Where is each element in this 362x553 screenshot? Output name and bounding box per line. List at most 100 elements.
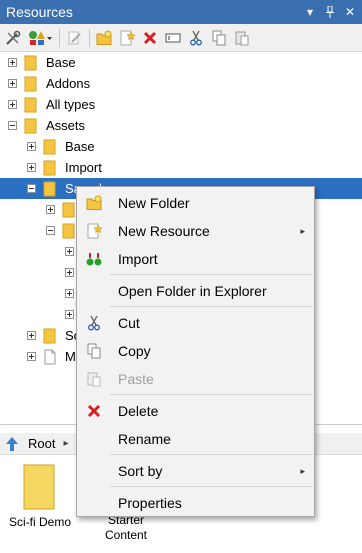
collapse-icon[interactable] xyxy=(8,121,17,130)
tile-label-line2: Content xyxy=(104,528,148,542)
panel-title: Resources xyxy=(6,4,73,20)
menu-separator xyxy=(110,274,313,275)
tree-item-label: Addons xyxy=(46,76,91,91)
menu-item-label: Open Folder in Explorer xyxy=(118,283,267,299)
tree-item-label: Assets xyxy=(46,118,86,133)
panel-titlebar: Resources ▾ ✕ xyxy=(0,0,362,24)
tree-item-my[interactable]: My xyxy=(27,346,82,367)
submenu-arrow-icon: ▸ xyxy=(300,225,305,236)
delete-icon[interactable] xyxy=(141,29,159,47)
tree-item-assets-base[interactable]: Base xyxy=(27,136,95,157)
folder-icon xyxy=(43,160,56,175)
tree-item-label: Import xyxy=(65,160,102,175)
new-folder-icon[interactable] xyxy=(95,29,113,47)
menu-item-properties[interactable]: Properties xyxy=(78,490,313,516)
paste-icon xyxy=(85,370,103,388)
menu-item-copy[interactable]: Copy xyxy=(78,338,313,364)
paste-icon[interactable] xyxy=(233,29,251,47)
folder-icon xyxy=(24,97,37,112)
menu-item-label: Delete xyxy=(118,403,159,419)
expand-icon[interactable] xyxy=(65,247,74,256)
expand-icon[interactable] xyxy=(8,58,17,67)
tree-item-assets[interactable]: Assets xyxy=(8,115,85,136)
tile-label: Sci-fi Demo xyxy=(8,515,71,529)
cut-icon[interactable] xyxy=(187,29,205,47)
expand-icon[interactable] xyxy=(27,142,36,151)
new-resource-icon xyxy=(85,222,103,240)
menu-item-label: Properties xyxy=(118,495,182,511)
expand-icon[interactable] xyxy=(27,163,36,172)
folder-icon xyxy=(24,76,37,91)
expand-icon[interactable] xyxy=(27,331,36,340)
folder-icon xyxy=(62,223,75,238)
tree-item-label: Base xyxy=(46,55,76,70)
cut-icon xyxy=(85,314,103,332)
copy-icon xyxy=(85,342,103,360)
breadcrumb-separator-icon[interactable]: ▸ xyxy=(63,438,68,449)
collapse-icon[interactable] xyxy=(46,226,55,235)
folder-icon xyxy=(24,118,37,133)
menu-item-delete[interactable]: Delete xyxy=(78,398,313,424)
folder-icon xyxy=(62,202,75,217)
folder-large-icon xyxy=(23,464,55,510)
toolbar-separator xyxy=(59,28,60,47)
tree-item-import[interactable]: Import xyxy=(27,157,102,178)
import-icon xyxy=(85,250,103,268)
tree-item-base[interactable]: Base xyxy=(8,52,76,73)
tree-item-all-types[interactable]: All types xyxy=(8,94,95,115)
folder-icon xyxy=(43,181,56,196)
new-folder-icon xyxy=(85,194,103,212)
shapes-dropdown-icon[interactable] xyxy=(27,29,53,47)
expand-icon[interactable] xyxy=(8,79,17,88)
collapse-icon[interactable] xyxy=(27,184,36,193)
menu-separator xyxy=(110,454,313,455)
menu-item-label: Paste xyxy=(118,371,154,387)
menu-item-open-folder-in-explorer[interactable]: Open Folder in Explorer xyxy=(78,278,313,304)
expand-icon[interactable] xyxy=(65,268,74,277)
tree-item-addons[interactable]: Addons xyxy=(8,73,90,94)
dropdown-icon[interactable]: ▾ xyxy=(302,4,318,20)
tree-item-label: Base xyxy=(65,139,95,154)
tile-starter-content[interactable]: Starter Content xyxy=(88,513,164,543)
menu-separator xyxy=(110,306,313,307)
menu-item-label: Sort by xyxy=(118,463,163,479)
expand-icon[interactable] xyxy=(8,100,17,109)
edit-icon[interactable] xyxy=(65,29,83,47)
expand-icon[interactable] xyxy=(65,310,74,319)
menu-item-new-resource[interactable]: New Resource ▸ xyxy=(78,218,313,244)
tile-sci-fi-demo[interactable]: Sci-fi Demo xyxy=(2,463,78,530)
menu-item-paste[interactable]: Paste xyxy=(78,366,313,392)
tree-item-so[interactable]: So xyxy=(27,325,81,346)
menu-item-label: Rename xyxy=(118,431,171,447)
menu-item-label: New Resource xyxy=(118,223,210,239)
pin-icon[interactable] xyxy=(322,4,338,20)
expand-icon[interactable] xyxy=(27,352,36,361)
menu-item-label: Cut xyxy=(118,315,140,331)
menu-item-import[interactable]: Import xyxy=(78,246,313,272)
menu-item-cut[interactable]: Cut xyxy=(78,310,313,336)
menu-item-new-folder[interactable]: New Folder xyxy=(78,190,313,216)
folder-icon xyxy=(43,139,56,154)
new-resource-icon[interactable] xyxy=(118,29,136,47)
delete-icon xyxy=(85,402,103,420)
resources-toolbar xyxy=(0,24,362,52)
rename-icon[interactable] xyxy=(164,29,182,47)
tree-item-label: All types xyxy=(46,97,96,112)
expand-icon[interactable] xyxy=(65,289,74,298)
breadcrumb-root[interactable]: Root xyxy=(28,436,55,451)
toolbar-separator xyxy=(89,28,90,47)
settings-tools-icon[interactable] xyxy=(4,29,22,47)
close-icon[interactable]: ✕ xyxy=(342,4,358,20)
menu-item-sort-by[interactable]: Sort by ▸ xyxy=(78,458,313,484)
copy-icon[interactable] xyxy=(210,29,228,47)
folder-icon xyxy=(24,55,37,70)
menu-item-label: New Folder xyxy=(118,195,190,211)
context-menu: New Folder New Resource ▸ Import Open Fo… xyxy=(76,186,315,517)
folder-icon xyxy=(43,328,56,343)
menu-item-label: Import xyxy=(118,251,158,267)
up-arrow-icon[interactable] xyxy=(4,436,20,452)
menu-item-rename[interactable]: Rename xyxy=(78,426,313,452)
menu-item-label: Copy xyxy=(118,343,151,359)
expand-icon[interactable] xyxy=(46,205,55,214)
file-icon xyxy=(44,349,56,364)
